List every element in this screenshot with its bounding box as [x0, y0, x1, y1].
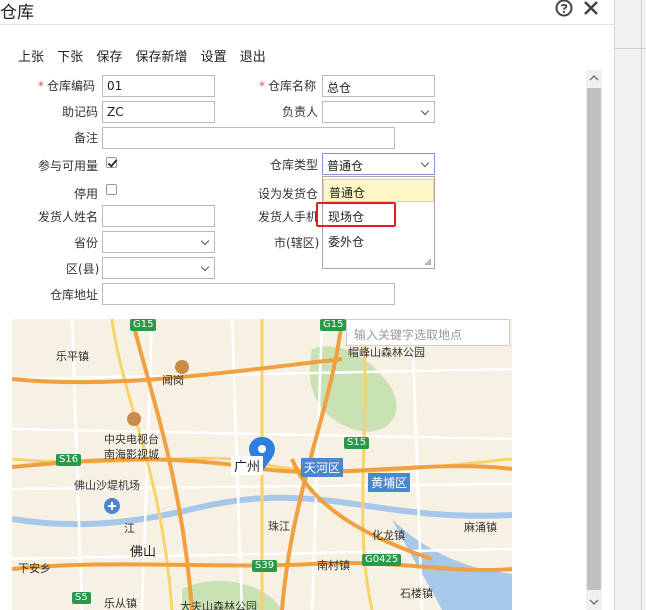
map-label-nanhai: 南海影视城: [104, 448, 159, 461]
city-label: 市(辖区): [274, 236, 320, 250]
warehouse-name-label: * 仓库名称: [259, 79, 317, 93]
grid-line: [615, 48, 646, 49]
address-input[interactable]: [102, 283, 395, 305]
district-label: 区(县): [66, 262, 100, 276]
annotation-highlight-box: [316, 202, 396, 227]
titlebar-divider: [0, 24, 614, 25]
map-label-xiaanxiang: 下安乡: [18, 562, 51, 575]
scroll-up-icon[interactable]: [586, 70, 602, 86]
highway-shield-g15a: G15: [130, 319, 157, 331]
option-outsourced[interactable]: 委外仓: [323, 229, 434, 252]
highway-shield-s5: S5: [72, 592, 91, 604]
warehouse-code-input[interactable]: 01: [102, 75, 215, 97]
warehouse-name-input[interactable]: 总仓: [322, 75, 435, 97]
available-label: 参与可用量: [38, 159, 99, 173]
map-search-input[interactable]: 输入关键字选取地点: [346, 319, 510, 346]
province-label: 省份: [74, 236, 99, 250]
scroll-down-icon[interactable]: [586, 594, 602, 610]
highway-shield-s15: S15: [344, 437, 370, 449]
next-button[interactable]: 下张: [57, 46, 83, 65]
disabled-label: 停用: [74, 187, 99, 201]
map-label-shilou: 石楼镇: [400, 587, 433, 600]
map-label-mayong: 麻涌镇: [464, 521, 497, 534]
shipper-name-label: 发货人姓名: [38, 210, 99, 224]
map-district-huangpu: 黄埔区: [368, 473, 411, 492]
save-new-button[interactable]: 保存新增: [135, 46, 187, 65]
vertical-scrollbar[interactable]: [586, 70, 602, 610]
background-sheet: [614, 0, 646, 610]
manager-select[interactable]: [322, 101, 435, 123]
option-normal[interactable]: 普通仓: [323, 179, 434, 202]
toolbar: 上张 下张 保存 保存新增 设置 退出: [18, 46, 275, 65]
map-district-tianhe: 天河区: [301, 458, 344, 477]
highway-shield-g0425: G0425: [362, 554, 402, 566]
window-title: 仓库: [0, 3, 34, 23]
district-select[interactable]: [102, 257, 215, 279]
warehouse-code-label: * 仓库编码: [38, 79, 96, 93]
map-label-nancun: 南村镇: [317, 559, 350, 572]
province-select[interactable]: [102, 231, 215, 253]
map-label-lecong: 乐从镇: [104, 597, 137, 610]
map-label-foshan-airport: 佛山沙堤机场: [74, 479, 140, 492]
help-icon[interactable]: [555, 0, 573, 17]
map-label-cctv: 中央电视台: [104, 433, 159, 446]
map-view[interactable]: G15 G15 S16 S15 S39 G0425 S5 乐平镇 闻岗 帽峰山森…: [12, 319, 512, 610]
prev-button[interactable]: 上张: [18, 46, 44, 65]
map-label-zhujiang: 珠江: [268, 520, 290, 533]
set-shipping-label: 设为发货仓: [258, 187, 319, 201]
highway-shield-s39: S39: [252, 560, 278, 572]
highway-shield-s16: S16: [56, 454, 82, 466]
disabled-checkbox[interactable]: [106, 184, 117, 195]
map-label-jiang: 江: [124, 522, 135, 535]
map-label-guangzhou: 广州: [231, 456, 264, 475]
shipper-phone-label: 发货人手机: [258, 210, 319, 224]
map-label-foshan: 佛山: [130, 545, 157, 560]
map-label-baiyun: 帽峰山森林公园: [348, 346, 425, 359]
grid-line: [641, 0, 642, 610]
settings-button[interactable]: 设置: [201, 46, 227, 65]
warehouse-dialog: 仓库 上张 下张 保存 保存新增 设置 退出 * 仓库编码 01 * 仓库名称 总仓…: [0, 0, 614, 610]
mnemonic-input[interactable]: ZC: [102, 101, 215, 123]
mnemonic-label: 助记码: [62, 105, 99, 119]
manager-label: 负责人: [282, 105, 319, 119]
map-label-leping: 乐平镇: [56, 350, 89, 363]
scroll-thumb[interactable]: [587, 88, 601, 590]
warehouse-type-label: 仓库类型: [270, 158, 319, 172]
close-icon[interactable]: [582, 0, 600, 17]
resize-grip-icon[interactable]: [425, 259, 431, 265]
address-label: 仓库地址: [50, 288, 99, 302]
shipper-name-input[interactable]: [102, 205, 215, 227]
remark-label: 备注: [74, 131, 99, 145]
map-label-dafushan: 大夫山森林公园: [180, 600, 257, 610]
remark-input[interactable]: [102, 127, 395, 149]
save-button[interactable]: 保存: [96, 46, 122, 65]
map-label-hualong: 化龙镇: [372, 529, 405, 542]
map-label-wenge: 闻岗: [162, 374, 184, 387]
available-checkbox[interactable]: [106, 157, 117, 168]
highway-shield-g15b: G15: [320, 319, 347, 331]
warehouse-type-select[interactable]: 普通仓: [322, 153, 435, 175]
exit-button[interactable]: 退出: [240, 46, 266, 65]
